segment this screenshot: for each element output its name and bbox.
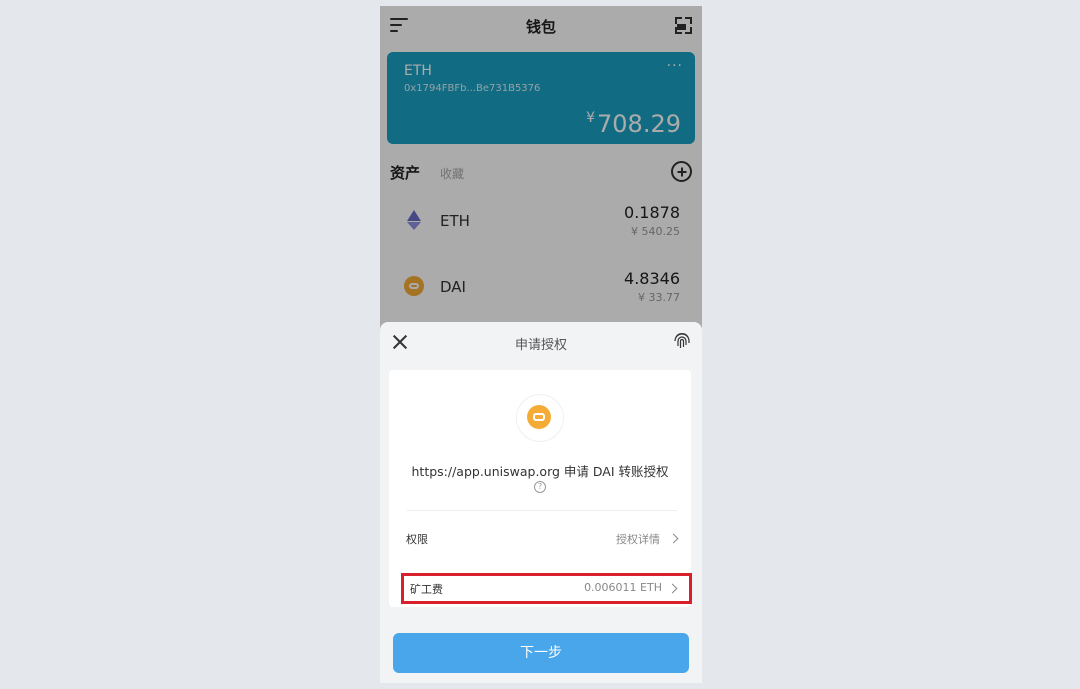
request-card: https://app.uniswap.org 申请 DAI 转账授权 ? 权限…: [389, 370, 691, 607]
authorization-sheet: 申请授权 https://app.uniswap.org 申请 DAI 转账授权…: [380, 322, 702, 683]
next-step-button[interactable]: 下一步: [393, 633, 689, 673]
chevron-right-icon[interactable]: [667, 583, 678, 594]
request-text: https://app.uniswap.org 申请 DAI 转账授权: [411, 464, 669, 479]
dai-icon: [527, 405, 551, 429]
miner-fee-label: 矿工费: [410, 583, 443, 596]
sheet-title: 申请授权: [514, 338, 567, 353]
phone-screen: 钱包 ETH 0x1794FBFb...Be731B5376 ··· ¥708.…: [380, 6, 702, 683]
miner-fee-row[interactable]: 矿工费 0.006011 ETH: [401, 573, 692, 604]
permission-label: 权限: [406, 533, 428, 546]
fingerprint-icon[interactable]: [672, 330, 692, 350]
permission-details-link[interactable]: 授权详情: [616, 531, 660, 547]
divider: [407, 510, 677, 511]
miner-fee-value: 0.006011 ETH: [584, 581, 662, 594]
help-icon[interactable]: ?: [534, 481, 546, 493]
chevron-right-icon[interactable]: [668, 533, 679, 544]
